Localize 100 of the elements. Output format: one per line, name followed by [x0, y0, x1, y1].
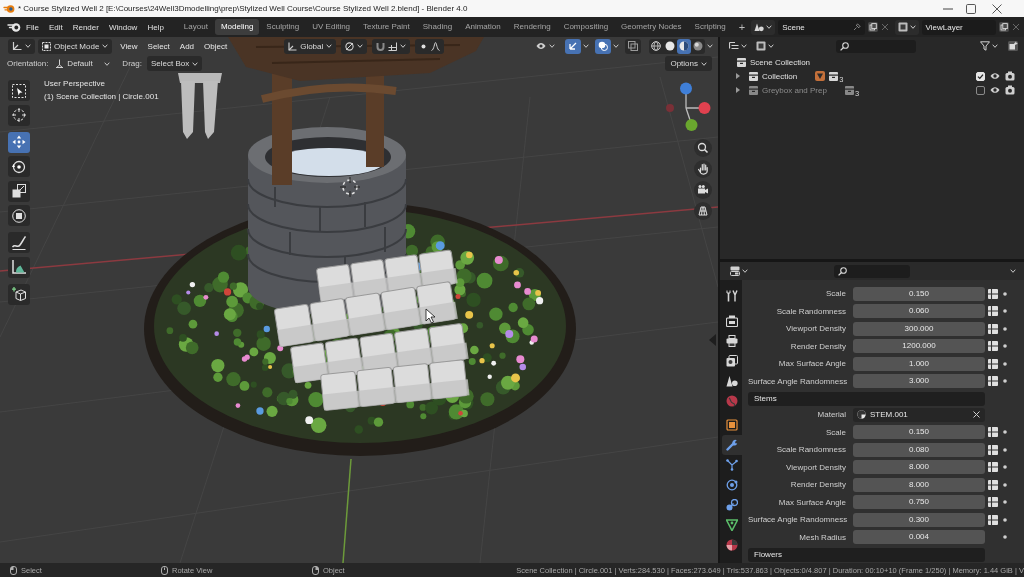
- attribute-toggle-icon[interactable]: [988, 479, 998, 490]
- hand-icon[interactable]: [694, 160, 712, 178]
- gizmo-toggle[interactable]: [565, 38, 581, 54]
- animate-dot-icon[interactable]: [1003, 361, 1007, 366]
- number-field[interactable]: 300.000: [853, 321, 985, 336]
- number-field[interactable]: 0.080: [853, 442, 985, 457]
- animate-dot-icon[interactable]: [1003, 517, 1007, 522]
- caret-icon[interactable]: [613, 44, 619, 48]
- animate-dot-icon[interactable]: [1003, 500, 1007, 505]
- menu-item[interactable]: File: [21, 22, 44, 32]
- maximize-icon[interactable]: [966, 3, 976, 14]
- number-field[interactable]: 0.150: [853, 425, 985, 440]
- sidebar-toggle-icon[interactable]: [709, 334, 716, 346]
- view-layer-browse-button[interactable]: [894, 19, 919, 35]
- workspace-tab[interactable]: Compositing: [557, 19, 615, 35]
- menu-item[interactable]: Object: [199, 41, 233, 51]
- number-field[interactable]: 1200.000: [853, 339, 985, 354]
- number-field[interactable]: 0.150: [853, 286, 985, 301]
- workspace-tab[interactable]: Shading: [416, 19, 459, 35]
- number-field[interactable]: 3.000: [853, 374, 985, 389]
- number-field[interactable]: 1.000: [853, 356, 985, 371]
- new-collection-icon[interactable]: [1008, 41, 1018, 51]
- attribute-toggle-icon[interactable]: [988, 514, 998, 525]
- workspace-tab[interactable]: Geometry Nodes: [615, 19, 688, 35]
- tool-button[interactable]: [8, 232, 30, 253]
- tree-item-label[interactable]: Greybox and Prep: [762, 85, 827, 95]
- animate-dot-icon[interactable]: [1003, 430, 1007, 435]
- menu-item[interactable]: Help: [142, 22, 169, 32]
- attribute-toggle-icon[interactable]: [988, 462, 998, 473]
- attribute-toggle-icon[interactable]: [988, 358, 998, 369]
- camera-icon[interactable]: [694, 181, 712, 199]
- tool-button[interactable]: [8, 80, 30, 101]
- menu-item[interactable]: Add: [174, 41, 200, 51]
- eye-icon[interactable]: [990, 71, 1000, 81]
- checkbox[interactable]: [976, 85, 985, 95]
- workspace-tab[interactable]: Sculpting: [260, 19, 306, 35]
- caret-icon[interactable]: [1010, 269, 1016, 273]
- animate-dot-icon[interactable]: [1003, 465, 1007, 470]
- workspace-tab[interactable]: Texture Paint: [357, 19, 416, 35]
- workspace-tab[interactable]: Rendering: [507, 19, 557, 35]
- attribute-toggle-icon[interactable]: [988, 444, 998, 455]
- animate-dot-icon[interactable]: [1003, 447, 1007, 452]
- add-workspace-button[interactable]: +: [732, 19, 752, 35]
- copy-icon[interactable]: [867, 22, 878, 32]
- orientation-dropdown[interactable]: Default: [51, 56, 115, 71]
- shading-button[interactable]: [649, 38, 663, 54]
- mode-dropdown[interactable]: Object Mode: [38, 38, 113, 54]
- tree-item-label[interactable]: Scene Collection: [750, 57, 811, 67]
- pin-icon[interactable]: [852, 23, 861, 31]
- attribute-toggle-icon[interactable]: [988, 288, 998, 299]
- search-field[interactable]: [834, 264, 910, 278]
- tool-button[interactable]: [8, 283, 30, 305]
- camera-icon[interactable]: [1005, 85, 1015, 95]
- workspace-tab[interactable]: UV Editing: [306, 19, 357, 35]
- collection-icon[interactable]: [844, 85, 854, 95]
- tool-button[interactable]: [8, 205, 30, 226]
- material-field[interactable]: STEM.001: [853, 407, 985, 422]
- number-field[interactable]: 8.000: [853, 477, 985, 492]
- tool-button[interactable]: [8, 256, 30, 278]
- number-field[interactable]: 8.000: [853, 460, 985, 475]
- scene-name-field[interactable]: Scene: [778, 19, 865, 35]
- menu-item[interactable]: Edit: [43, 22, 68, 32]
- tool-button[interactable]: [8, 180, 30, 202]
- tool-button[interactable]: [8, 131, 30, 153]
- camera-icon[interactable]: [1005, 71, 1015, 81]
- expand-arrow-icon[interactable]: [736, 73, 740, 79]
- options-dropdown[interactable]: Options: [665, 56, 712, 71]
- shading-button[interactable]: [677, 38, 691, 54]
- animate-dot-icon[interactable]: [1003, 326, 1007, 331]
- display-mode-button[interactable]: [754, 39, 776, 53]
- animate-dot-icon[interactable]: [1003, 535, 1007, 540]
- menu-item[interactable]: Window: [103, 22, 143, 32]
- tree-item-label[interactable]: Collection: [762, 71, 798, 81]
- drag-dropdown[interactable]: Select Box: [146, 56, 203, 71]
- attribute-toggle-icon[interactable]: [988, 497, 998, 508]
- triangle-tile-icon[interactable]: [815, 71, 826, 81]
- animate-dot-icon[interactable]: [1003, 309, 1007, 314]
- tool-button[interactable]: [8, 156, 30, 177]
- number-field[interactable]: 0.300: [853, 512, 985, 527]
- attribute-toggle-icon[interactable]: [988, 323, 998, 334]
- copy-icon[interactable]: [999, 22, 1009, 32]
- axis-gizmo[interactable]: [664, 82, 712, 132]
- zoom-icon[interactable]: [694, 139, 712, 157]
- blender-logo-icon[interactable]: [7, 21, 21, 33]
- attribute-toggle-icon[interactable]: [988, 306, 998, 317]
- number-field[interactable]: 0.004: [853, 530, 985, 545]
- workspace-tab[interactable]: Animation: [459, 19, 507, 35]
- editor-type-button[interactable]: [728, 264, 750, 278]
- menu-item[interactable]: Render: [67, 22, 104, 32]
- properties-tab[interactable]: [722, 435, 742, 455]
- panel-header[interactable]: Flowers: [748, 548, 985, 562]
- workspace-tab[interactable]: Modeling: [214, 19, 260, 35]
- menu-item[interactable]: Select: [142, 41, 175, 51]
- perspective-grid-icon[interactable]: [694, 202, 712, 220]
- editor-type-button[interactable]: [8, 38, 35, 54]
- attribute-toggle-icon[interactable]: [988, 376, 998, 387]
- animate-dot-icon[interactable]: [1003, 291, 1007, 296]
- tool-button[interactable]: [8, 104, 30, 126]
- xray-toggle[interactable]: [625, 38, 641, 54]
- number-field[interactable]: 0.060: [853, 304, 985, 319]
